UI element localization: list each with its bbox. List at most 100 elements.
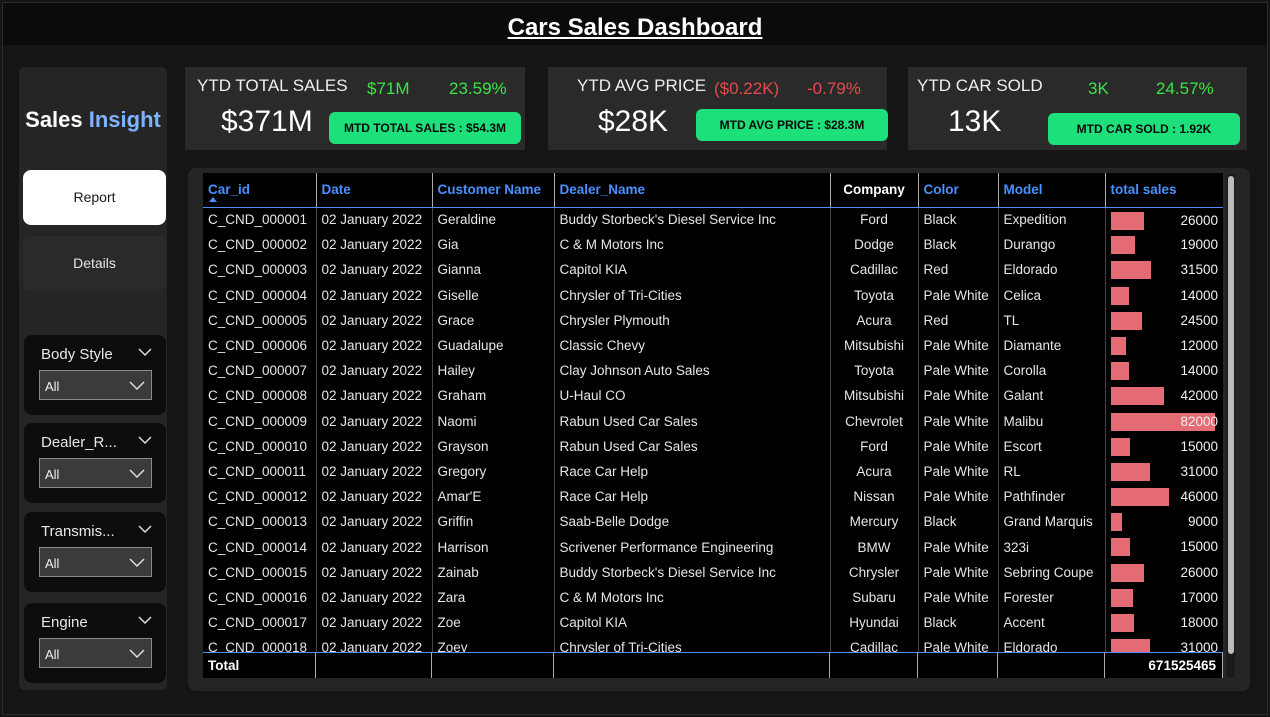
color-cell: Pale White: [918, 383, 999, 409]
mtd-avg-price-badge: MTD AVG PRICE : $28.3M: [696, 109, 888, 141]
table-row[interactable]: C_CND_000010 02 January 2022 Grayson Rabun …: [203, 433, 1223, 459]
company-cell: Nissan: [830, 484, 919, 510]
col-header-total-sales[interactable]: total sales: [1105, 173, 1223, 208]
car-id-cell: C_CND_000009: [203, 408, 317, 434]
total-sales-cell: 12000: [1105, 333, 1223, 358]
company-cell: Mitsubishi: [830, 383, 919, 409]
kpi-delta-abs: 3K: [1088, 79, 1109, 98]
transmission-slicer: Transmis... All: [24, 512, 166, 592]
table-row[interactable]: C_CND_000013 02 January 2022 Griffin Saab-B…: [203, 509, 1223, 535]
sales-value: 42000: [1180, 388, 1218, 404]
transmission-dropdown[interactable]: All: [39, 547, 152, 577]
table-row[interactable]: C_CND_000001 02 January 2022 Geraldine Budd…: [203, 207, 1223, 233]
chevron-down-icon[interactable]: [138, 435, 152, 445]
color-cell: Pale White: [918, 584, 999, 610]
car-id-cell: C_CND_000011: [203, 458, 317, 485]
total-sales-cell: 17000: [1105, 585, 1223, 610]
table-row[interactable]: C_CND_000008 02 January 2022 Graham U-Haul …: [203, 383, 1223, 409]
table-row[interactable]: C_CND_000004 02 January 2022 Giselle Chrysl…: [203, 282, 1223, 308]
company-cell: Ford: [830, 433, 919, 459]
sales-value: 17000: [1180, 589, 1218, 605]
model-cell: Diamante: [998, 332, 1106, 359]
dealer-name-cell: Chrysler of Tri-Cities: [554, 282, 831, 308]
col-header-color[interactable]: Color: [918, 173, 999, 208]
model-cell: RL: [998, 458, 1106, 485]
total-empty-cell: [997, 651, 1105, 678]
engine-dropdown[interactable]: All: [39, 638, 152, 668]
mtd-total-sales-badge: MTD TOTAL SALES : $54.3M: [329, 112, 521, 144]
dealer-name-cell: Capitol KIA: [554, 610, 831, 636]
chevron-down-icon: [129, 469, 145, 479]
sales-data-bar: [1110, 462, 1150, 481]
company-cell: Dodge: [830, 232, 919, 258]
col-header-date[interactable]: Date: [316, 173, 433, 208]
col-header-car-id[interactable]: Car_id: [203, 173, 317, 208]
total-sales-cell: 15000: [1105, 434, 1223, 459]
vertical-scrollbar[interactable]: [1227, 174, 1235, 677]
car-id-cell: C_CND_000005: [203, 307, 317, 333]
customer-name-cell: Griffin: [432, 509, 555, 535]
customer-name-cell: Naomi: [432, 408, 555, 434]
date-cell: 02 January 2022: [316, 559, 433, 585]
body-style-dropdown[interactable]: All: [39, 370, 152, 400]
title-bar: Cars Sales Dashboard: [3, 3, 1267, 45]
sales-value: 15000: [1180, 539, 1218, 555]
color-cell: Pale White: [918, 332, 999, 359]
table-row[interactable]: C_CND_000012 02 January 2022 Amar'E Race Ca…: [203, 484, 1223, 510]
sales-value: 12000: [1180, 337, 1218, 353]
dropdown-value: All: [45, 467, 60, 482]
customer-name-cell: Grace: [432, 307, 555, 333]
total-sales-cell: 42000: [1105, 383, 1223, 408]
color-cell: Black: [918, 232, 999, 258]
chevron-down-icon[interactable]: [138, 347, 152, 357]
company-cell: Chevrolet: [830, 408, 919, 434]
col-header-dealer-name[interactable]: Dealer_Name: [554, 173, 831, 208]
report-button[interactable]: Report: [23, 170, 166, 225]
model-cell: Malibu: [998, 408, 1106, 434]
table-row[interactable]: C_CND_000006 02 January 2022 Guadalupe Clas…: [203, 332, 1223, 359]
table-row[interactable]: C_CND_000016 02 January 2022 Zara C & M Mot…: [203, 584, 1223, 610]
model-cell: Grand Marquis: [998, 509, 1106, 535]
table-row[interactable]: C_CND_000009 02 January 2022 Naomi Rabun Us…: [203, 408, 1223, 434]
sales-table-viewport[interactable]: Car_id Date Customer Name Dealer_Name Co…: [203, 173, 1223, 678]
table-row[interactable]: C_CND_000011 02 January 2022 Gregory Race C…: [203, 458, 1223, 485]
dealer-name-cell: Chrysler Plymouth: [554, 307, 831, 333]
sales-data-bar: [1110, 437, 1130, 456]
table-row[interactable]: C_CND_000007 02 January 2022 Hailey Clay Jo…: [203, 358, 1223, 384]
kpi-delta-pct: 23.59%: [449, 79, 507, 98]
company-cell: Cadillac: [830, 257, 919, 283]
table-row[interactable]: C_CND_000014 02 January 2022 Harrison Scriv…: [203, 534, 1223, 560]
car-id-cell: C_CND_000017: [203, 610, 317, 636]
brand-accent-text: Insight: [88, 107, 161, 132]
date-cell: 02 January 2022: [316, 584, 433, 610]
total-empty-cell: [829, 651, 919, 678]
chevron-down-icon[interactable]: [138, 615, 152, 625]
table-row[interactable]: C_CND_000017 02 January 2022 Zoe Capitol KI…: [203, 610, 1223, 636]
sales-value: 82000: [1180, 413, 1218, 429]
color-cell: Pale White: [918, 408, 999, 434]
customer-name-cell: Geraldine: [432, 207, 555, 233]
table-row[interactable]: C_CND_000003 02 January 2022 Gianna Capitol…: [203, 257, 1223, 283]
table-row[interactable]: C_CND_000002 02 January 2022 Gia C & M Moto…: [203, 232, 1223, 258]
col-header-customer-name[interactable]: Customer Name: [432, 173, 555, 208]
col-header-model[interactable]: Model: [998, 173, 1106, 208]
dealer-region-dropdown[interactable]: All: [39, 458, 152, 488]
date-cell: 02 January 2022: [316, 408, 433, 434]
scrollbar-thumb[interactable]: [1228, 176, 1234, 654]
chevron-down-icon[interactable]: [138, 524, 152, 534]
table-row[interactable]: C_CND_000005 02 January 2022 Grace Chrysler…: [203, 307, 1223, 333]
table-row[interactable]: C_CND_000015 02 January 2022 Zainab Buddy S…: [203, 559, 1223, 585]
date-cell: 02 January 2022: [316, 383, 433, 409]
company-cell: Mitsubishi: [830, 332, 919, 359]
kpi-delta-abs: $71M: [367, 79, 410, 98]
car-id-cell: C_CND_000001: [203, 207, 317, 233]
total-sales-cell: 31000: [1105, 459, 1223, 484]
company-cell: Subaru: [830, 584, 919, 610]
details-button[interactable]: Details: [23, 236, 166, 291]
car-id-cell: C_CND_000008: [203, 383, 317, 409]
model-cell: Celica: [998, 282, 1106, 308]
customer-name-cell: Grayson: [432, 433, 555, 459]
dropdown-value: All: [45, 647, 60, 662]
col-header-company[interactable]: Company: [830, 173, 919, 208]
date-cell: 02 January 2022: [316, 458, 433, 485]
